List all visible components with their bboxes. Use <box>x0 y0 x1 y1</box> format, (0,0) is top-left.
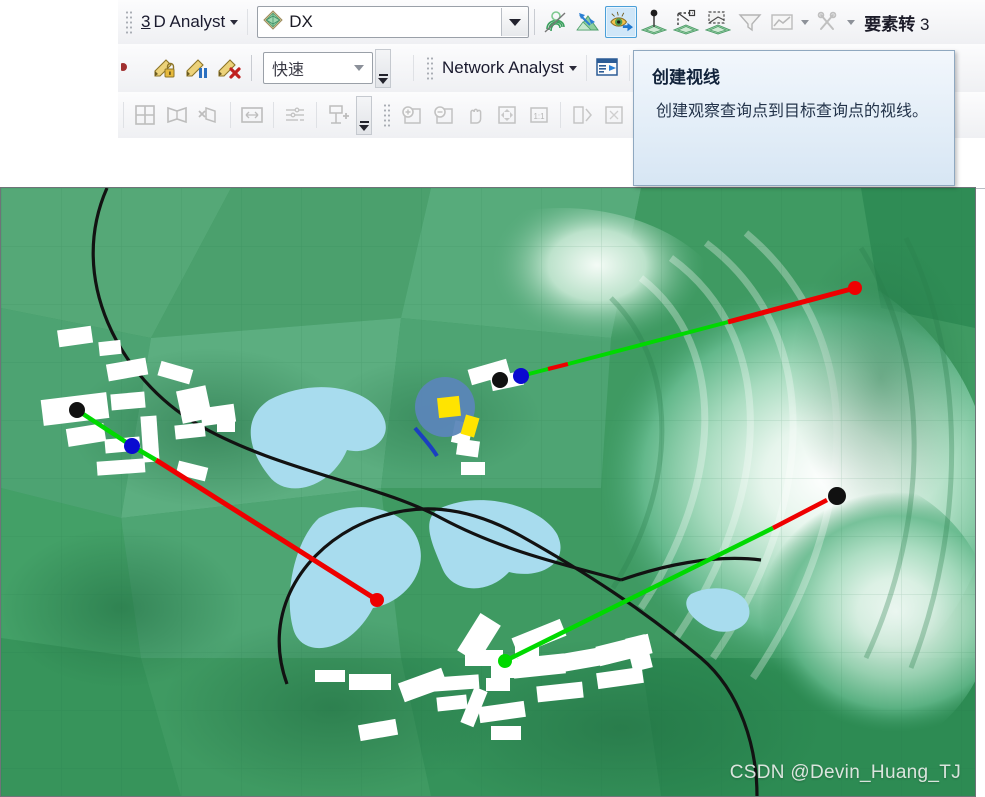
toolbar-separator <box>585 55 587 81</box>
tools-icon <box>813 7 843 37</box>
chevron-down-icon <box>359 124 369 131</box>
extent-icon <box>237 100 267 130</box>
layer-combo[interactable]: DX <box>257 6 530 38</box>
menu-network-analyst[interactable]: Network Analyst <box>438 58 581 78</box>
chevron-down-icon <box>509 18 522 26</box>
profile-graph-icon <box>767 7 797 37</box>
edit-speed-dropdown-button[interactable] <box>346 54 372 82</box>
filter-icon <box>735 7 765 37</box>
overflow-bar <box>359 120 369 123</box>
area-volume-icon[interactable] <box>703 7 733 37</box>
menu-3d-analyst[interactable]: 3D Analyst <box>137 12 242 32</box>
toolbar-overflow-label[interactable]: 要素转 3 <box>864 10 929 35</box>
chevron-down-icon <box>378 77 388 84</box>
watermark: CSDN @Devin_Huang_TJ <box>729 762 961 783</box>
menu-3d-analyst-label: D Analyst <box>153 12 226 31</box>
toolbar-gripper[interactable] <box>124 9 133 35</box>
line-of-sight-icon[interactable] <box>605 6 638 38</box>
toolbar-gripper[interactable] <box>382 102 391 128</box>
target-point[interactable] <box>370 593 384 607</box>
map-canvas[interactable]: CSDN @Devin_Huang_TJ <box>0 187 976 797</box>
menu-3d-analyst-mnemonic: 3 <box>141 12 151 31</box>
full-extent-icon <box>492 100 522 130</box>
toolbar-gripper[interactable] <box>425 55 434 81</box>
tooltip-create-line-of-sight: 创建视线 创建观察查询点到目标查询点的视线。 <box>633 50 955 186</box>
observer-point[interactable] <box>513 368 529 384</box>
menu-network-analyst-label: Network Analyst <box>442 58 564 77</box>
layers-order-icon <box>280 100 310 130</box>
edit-speed-value: 快速 <box>272 62 305 79</box>
toolbar-overflow-number: 3 <box>920 14 930 34</box>
toolbar-overflow-button[interactable] <box>375 48 391 88</box>
fixed-scale-icon: 1:1 <box>524 100 554 130</box>
previous-extent-icon <box>567 100 597 130</box>
layer-combo-dropdown-button[interactable] <box>501 8 529 36</box>
tin-layer-icon <box>263 9 283 35</box>
target-point[interactable] <box>69 402 85 418</box>
observer-point[interactable] <box>124 438 140 454</box>
steepest-path-icon[interactable] <box>573 7 603 37</box>
chevron-down-icon <box>354 65 364 71</box>
zoom-out-icon <box>428 100 458 130</box>
clear-selection-icon <box>194 100 224 130</box>
observer-point-icon[interactable] <box>639 7 669 37</box>
profile-graph-dropdown-icon[interactable] <box>801 19 810 25</box>
toolbar-separator <box>123 102 124 128</box>
svg-text:1:1: 1:1 <box>533 112 545 121</box>
edit-pause-icon[interactable] <box>183 53 213 83</box>
edit-lock-icon[interactable] <box>151 53 181 83</box>
toolbar-separator <box>628 55 630 81</box>
toolbar-separator <box>560 102 561 128</box>
zoom-in-icon <box>396 100 426 130</box>
add-data-icon <box>323 100 353 130</box>
next-extent-icon <box>599 100 629 130</box>
observer-point[interactable] <box>498 654 512 668</box>
tooltip-title: 创建视线 <box>652 68 720 87</box>
profile-target-icon[interactable] <box>671 7 701 37</box>
toolbar-separator <box>251 55 252 81</box>
split-view-icon <box>162 100 192 130</box>
toolbar-separator <box>247 9 249 35</box>
toolbar-separator <box>230 102 231 128</box>
tools-dropdown-icon[interactable] <box>847 19 856 25</box>
target-point[interactable] <box>492 372 508 388</box>
target-point[interactable] <box>848 281 862 295</box>
chevron-down-icon <box>230 19 239 25</box>
toolbar-separator <box>413 55 414 81</box>
toolbar-separator <box>316 102 317 128</box>
pan-icon <box>460 100 490 130</box>
edit-delete-icon[interactable] <box>215 53 245 83</box>
toolbar-overflow-button[interactable] <box>356 95 372 135</box>
toolbar-overflow-text: 要素转 <box>864 14 916 34</box>
layer-combo-value: DX <box>289 12 313 31</box>
arcmap-window: 3D Analyst DX 要素转 3 快速 Network Analyst 1… <box>0 0 985 797</box>
edit-speed-combo[interactable]: 快速 <box>263 52 373 84</box>
grid-table-icon <box>130 100 160 130</box>
toolbar-separator <box>534 9 536 35</box>
tooltip-body: 创建观察查询点到目标查询点的视线。 <box>656 103 929 120</box>
target-point[interactable] <box>828 487 846 505</box>
chevron-down-icon <box>568 65 577 71</box>
network-window-icon[interactable] <box>593 53 623 83</box>
map-graphics <box>1 188 975 796</box>
edit-sketch-icon[interactable] <box>119 53 149 83</box>
overflow-bar <box>378 73 388 76</box>
toolbar-separator <box>273 102 274 128</box>
toolbar-3d-analyst: 3D Analyst DX 要素转 3 <box>118 0 985 45</box>
fishnet-grid <box>1 188 975 796</box>
interpolate-line-icon[interactable] <box>541 7 571 37</box>
